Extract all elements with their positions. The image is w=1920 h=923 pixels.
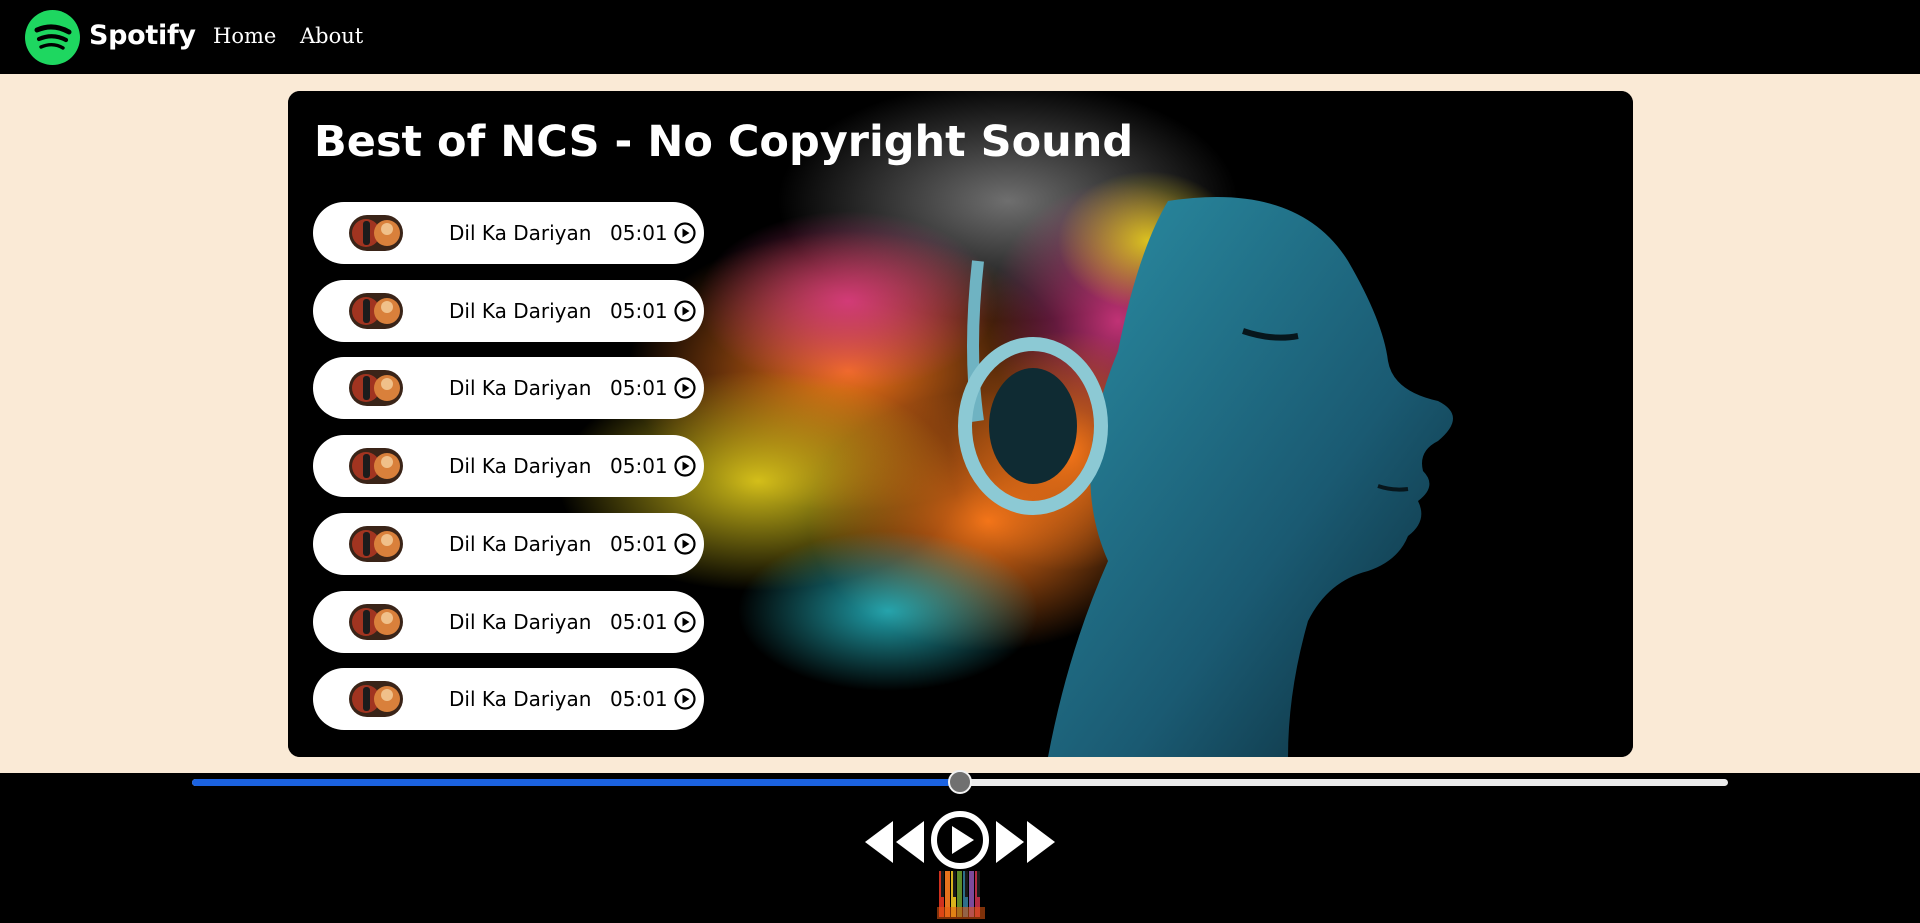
previous-icon[interactable] (862, 817, 926, 867)
song-duration: 05:01 (610, 687, 668, 711)
play-circle-icon[interactable] (674, 455, 696, 477)
equalizer-animation-icon (937, 869, 985, 919)
song-item[interactable]: Dil Ka Dariyan 05:01 (313, 513, 704, 575)
play-circle-icon[interactable] (674, 688, 696, 710)
play-circle-icon[interactable] (674, 611, 696, 633)
song-item[interactable]: Dil Ka Dariyan 05:01 (313, 435, 704, 497)
song-duration: 05:01 (610, 532, 668, 556)
play-circle-icon[interactable] (674, 222, 696, 244)
nav-link-about[interactable]: About (300, 24, 363, 48)
song-duration: 05:01 (610, 299, 668, 323)
song-thumbnail (349, 604, 403, 640)
song-item[interactable]: Dil Ka Dariyan 05:01 (313, 668, 704, 730)
song-item[interactable]: Dil Ka Dariyan 05:01 (313, 591, 704, 653)
song-duration: 05:01 (610, 376, 668, 400)
song-name: Dil Ka Dariyan (449, 454, 592, 478)
song-name: Dil Ka Dariyan (449, 376, 592, 400)
play-circle-icon[interactable] (674, 300, 696, 322)
player-bar (0, 770, 1920, 923)
playlist-title: Best of NCS - No Copyright Sound (314, 117, 1134, 167)
song-thumbnail (349, 448, 403, 484)
song-name: Dil Ka Dariyan (449, 221, 592, 245)
song-thumbnail (349, 681, 403, 717)
song-name: Dil Ka Dariyan (449, 299, 592, 323)
progress-fill (192, 779, 960, 786)
brand-name[interactable]: Spotify (89, 20, 196, 51)
song-item[interactable]: Dil Ka Dariyan 05:01 (313, 202, 704, 264)
song-duration: 05:01 (610, 454, 668, 478)
nav-link-home[interactable]: Home (213, 24, 276, 48)
song-name: Dil Ka Dariyan (449, 532, 592, 556)
song-item[interactable]: Dil Ka Dariyan 05:01 (313, 280, 704, 342)
song-thumbnail (349, 370, 403, 406)
song-duration: 05:01 (610, 610, 668, 634)
cover-art-image (288, 91, 1633, 757)
song-name: Dil Ka Dariyan (449, 610, 592, 634)
progress-handle[interactable] (948, 770, 972, 794)
play-circle-icon[interactable] (930, 810, 990, 870)
play-circle-icon[interactable] (674, 377, 696, 399)
song-item[interactable]: Dil Ka Dariyan 05:01 (313, 357, 704, 419)
song-thumbnail (349, 293, 403, 329)
progress-slider[interactable] (192, 770, 1728, 794)
playlist-card: Best of NCS - No Copyright Sound (288, 91, 1633, 757)
song-duration: 05:01 (610, 221, 668, 245)
song-name: Dil Ka Dariyan (449, 687, 592, 711)
navbar: Spotify Home About (0, 0, 1920, 74)
song-thumbnail (349, 526, 403, 562)
song-thumbnail (349, 215, 403, 251)
spotify-logo-icon[interactable] (25, 10, 80, 65)
next-icon[interactable] (994, 817, 1058, 867)
play-circle-icon[interactable] (674, 533, 696, 555)
